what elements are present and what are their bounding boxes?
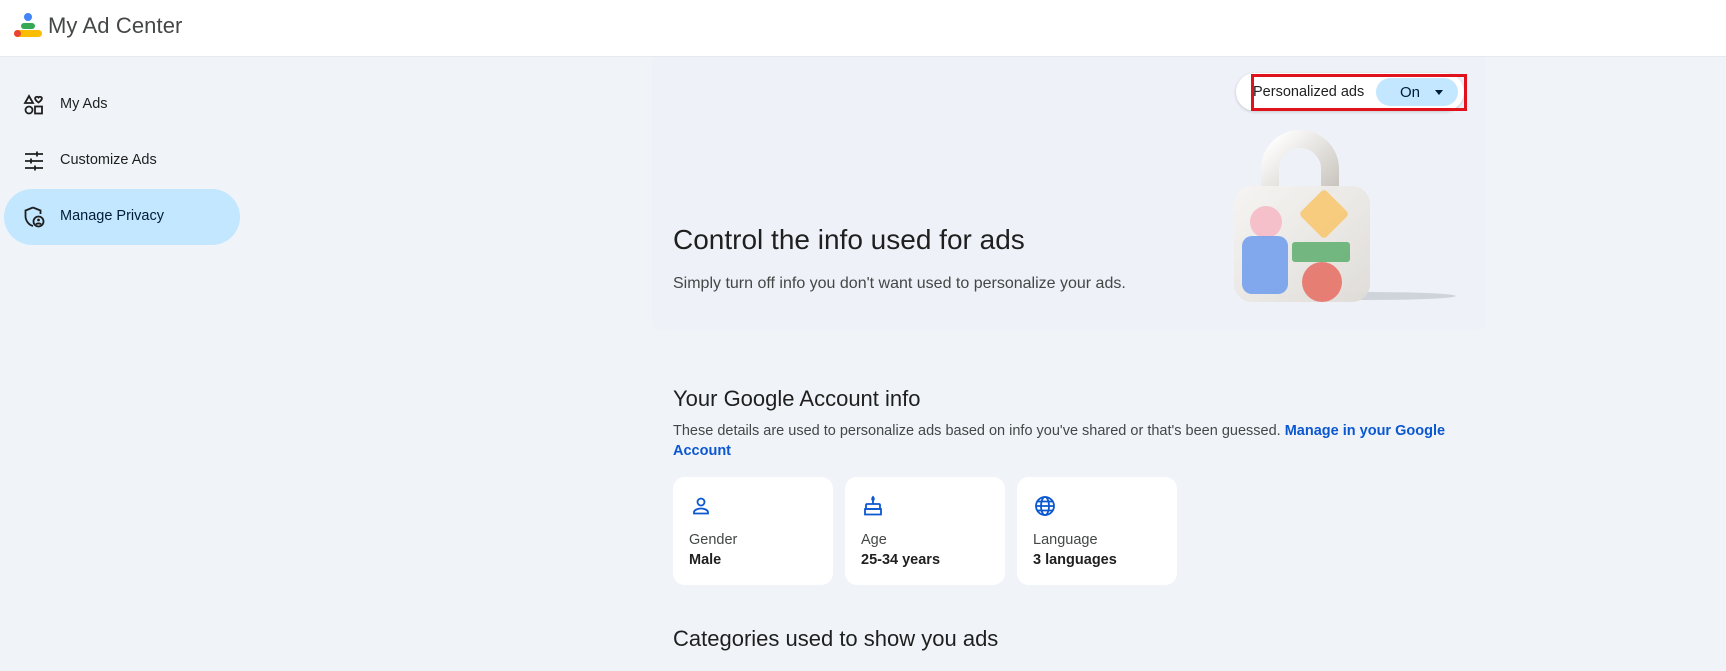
privacy-shield-icon [24, 206, 45, 228]
personalized-ads-label: Personalized ads [1253, 84, 1365, 100]
card-value: 25-34 years [861, 552, 941, 568]
gender-card[interactable]: Gender Male [673, 477, 833, 585]
caret-down-icon [1435, 90, 1443, 95]
my-ad-center-logo-icon[interactable] [12, 11, 44, 43]
hero-title: Control the info used for ads [673, 224, 1025, 255]
sidebar-item-manage-privacy[interactable]: Manage Privacy [4, 189, 240, 245]
top-bar: My Ad Center [0, 0, 1726, 57]
sidebar-item-label: Manage Privacy [60, 208, 164, 224]
sidebar-item-label: My Ads [60, 96, 108, 112]
card-value: 3 languages [1033, 552, 1117, 568]
account-info-description-text: These details are used to personalize ad… [673, 423, 1285, 439]
card-label: Language [1033, 532, 1098, 548]
language-card[interactable]: Language 3 languages [1017, 477, 1177, 585]
age-card[interactable]: Age 25-34 years [845, 477, 1005, 585]
personalized-ads-dropdown[interactable]: On [1376, 78, 1458, 106]
sidebar-item-my-ads[interactable]: My Ads [4, 77, 240, 133]
categories-title: Categories used to show you ads [673, 626, 999, 651]
sidebar-item-customize-ads[interactable]: Customize Ads [4, 133, 240, 189]
app-title[interactable]: My Ad Center [48, 13, 182, 39]
card-value: Male [689, 552, 722, 568]
card-label: Age [861, 532, 887, 548]
padlock-illustration-icon [1234, 130, 1456, 302]
account-info-description: These details are used to personalize ad… [673, 421, 1453, 461]
account-info-title: Your Google Account info [673, 386, 921, 411]
personalized-ads-value: On [1400, 84, 1421, 101]
globe-icon [1035, 496, 1055, 516]
card-label: Gender [689, 532, 738, 548]
personalized-ads-control: Personalized ads On [1236, 73, 1464, 111]
tune-icon [25, 151, 43, 171]
sidebar-item-label: Customize Ads [60, 152, 157, 168]
my-ads-icon [23, 94, 43, 115]
cake-icon [864, 495, 882, 516]
hero-subtitle: Simply turn off info you don't want used… [673, 275, 1126, 292]
person-icon [693, 497, 709, 515]
